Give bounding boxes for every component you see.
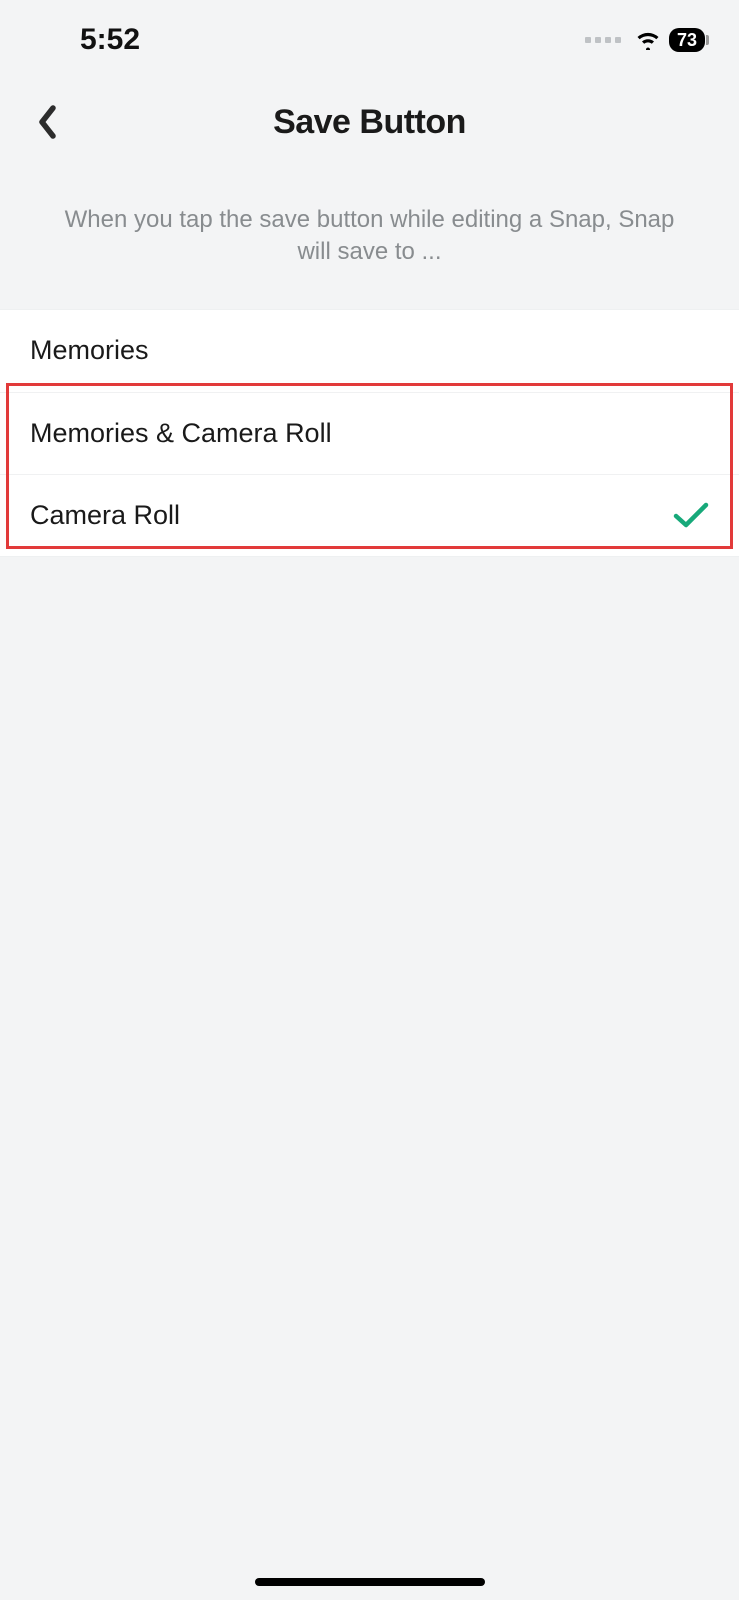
options-list: Memories Memories & Camera Roll Camera R… — [0, 309, 739, 557]
option-label: Memories — [30, 335, 149, 366]
checkmark-icon — [673, 501, 709, 529]
option-camera-roll[interactable]: Camera Roll — [0, 474, 739, 556]
nav-header: Save Button — [0, 72, 739, 172]
wifi-icon — [635, 30, 661, 50]
option-memories-and-camera-roll[interactable]: Memories & Camera Roll — [0, 392, 739, 474]
page-title: Save Button — [273, 103, 466, 142]
option-memories[interactable]: Memories — [0, 310, 739, 392]
battery-level: 73 — [669, 28, 705, 52]
option-label: Camera Roll — [30, 500, 180, 531]
home-indicator[interactable] — [255, 1578, 485, 1586]
section-description: When you tap the save button while editi… — [0, 172, 739, 309]
status-time: 5:52 — [80, 23, 140, 57]
option-label: Memories & Camera Roll — [30, 418, 332, 449]
status-bar: 5:52 73 — [0, 0, 739, 72]
back-button[interactable] — [28, 102, 68, 142]
battery-indicator: 73 — [669, 28, 709, 52]
status-right: 73 — [585, 28, 709, 52]
status-dots — [585, 37, 621, 43]
chevron-left-icon — [38, 105, 58, 139]
